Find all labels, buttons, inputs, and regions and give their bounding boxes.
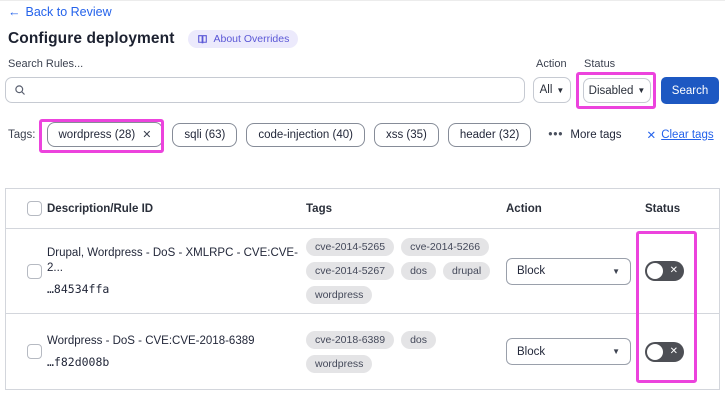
configure-deployment-page: ← Back to Review Configure deployment Ab…	[0, 0, 725, 406]
about-overrides-badge[interactable]: About Overrides	[188, 30, 299, 48]
search-button[interactable]: Search	[661, 77, 719, 104]
more-tags-label: More tags	[570, 128, 622, 141]
action-select[interactable]: Block ▼	[506, 257, 631, 285]
select-all-checkbox[interactable]	[27, 201, 42, 216]
status-dropdown[interactable]: Disabled ▼	[583, 78, 651, 103]
rule-tag: cve-2014-5267	[306, 262, 395, 280]
search-icon	[15, 85, 25, 95]
rule-description-cell: Wordpress - DoS - CVE:CVE-2018-6389 …f82…	[47, 334, 306, 369]
tags-filter-bar: Tags: wordpress (28) ✕ sqli (63) code-in…	[8, 122, 720, 147]
top-divider	[0, 0, 725, 1]
rule-description: Wordpress - DoS - CVE:CVE-2018-6389	[47, 334, 255, 347]
rule-tags-cell: cve-2018-6389 dos wordpress	[306, 330, 506, 373]
back-link-label: Back to Review	[25, 5, 112, 19]
tag-filter-sqli[interactable]: sqli (63)	[172, 122, 238, 147]
row-checkbox[interactable]	[27, 344, 42, 359]
page-title: Configure deployment	[8, 30, 175, 47]
action-dropdown[interactable]: All ▼	[533, 77, 571, 103]
column-header-status: Status	[645, 202, 681, 215]
rule-action-cell: Block ▼	[506, 338, 641, 365]
tag-filter-label: xss (35)	[385, 128, 427, 141]
chevron-down-icon: ▼	[556, 85, 565, 95]
chevron-down-icon: ▼	[612, 266, 620, 276]
clear-x-icon: ✕	[646, 129, 657, 142]
status-label: Status	[584, 58, 616, 70]
status-toggle-off[interactable]: ✕	[645, 341, 684, 362]
row-checkbox[interactable]	[27, 263, 42, 279]
table-header-row: Description/Rule ID Tags Action Status	[6, 189, 719, 229]
column-header-tags: Tags	[306, 202, 332, 215]
chevron-down-icon: ▼	[637, 86, 646, 95]
column-header-action: Action	[506, 202, 542, 215]
rule-tag: dos	[401, 262, 436, 280]
tag-filter-header[interactable]: header (32)	[447, 122, 532, 147]
tag-filter-label: code-injection (40)	[258, 128, 353, 141]
tag-filter-code-injection[interactable]: code-injection (40)	[246, 122, 365, 147]
search-rules-label: Search Rules...	[8, 58, 84, 70]
toggle-knob	[647, 343, 663, 360]
page-header: Configure deployment About Overrides	[8, 30, 299, 48]
tag-filter-xss[interactable]: xss (35)	[373, 122, 439, 147]
rules-table: Description/Rule ID Tags Action Status D…	[5, 188, 720, 390]
rule-tag: wordpress	[306, 354, 373, 373]
search-rules-input[interactable]	[32, 83, 516, 97]
action-select-value: Block	[517, 345, 546, 358]
back-arrow-icon: ←	[8, 5, 21, 19]
rule-status-cell: ✕	[641, 261, 719, 281]
rule-tag: cve-2014-5265	[306, 238, 395, 256]
tags-label: Tags:	[8, 128, 36, 141]
rule-tag: cve-2018-6389	[306, 330, 395, 349]
search-rules-box	[5, 77, 525, 103]
rule-tags-cell: cve-2014-5265 cve-2014-5266 cve-2014-526…	[306, 238, 506, 304]
more-tags-button[interactable]: ••• More tags	[548, 129, 621, 141]
action-select-value: Block	[517, 265, 546, 277]
tag-filter-label: header (32)	[459, 128, 520, 141]
rule-action-cell: Block ▼	[506, 257, 641, 285]
back-to-review-link[interactable]: ← Back to Review	[8, 5, 112, 19]
action-select[interactable]: Block ▼	[506, 338, 631, 365]
about-overrides-label: About Overrides	[213, 33, 290, 45]
clear-tags-button[interactable]: ✕ Clear tags	[647, 128, 714, 142]
table-row: Drupal, Wordpress - DoS - XMLRPC - CVE:C…	[6, 229, 719, 314]
action-label: Action	[536, 58, 567, 70]
rule-id: …84534ffa	[47, 281, 110, 296]
rule-tag: drupal	[443, 262, 491, 280]
tag-filter-label: wordpress (28)	[58, 128, 136, 141]
ellipsis-icon: •••	[548, 128, 564, 141]
column-header-description: Description/Rule ID	[47, 202, 154, 215]
status-dropdown-value: Disabled	[588, 84, 634, 97]
status-toggle-off[interactable]: ✕	[645, 261, 684, 281]
table-row: Wordpress - DoS - CVE:CVE-2018-6389 …f82…	[6, 314, 719, 389]
action-dropdown-value: All	[539, 84, 553, 96]
toggle-off-x-icon: ✕	[669, 264, 678, 276]
rule-tag: cve-2014-5266	[401, 238, 490, 256]
toggle-off-x-icon: ✕	[669, 345, 678, 357]
tag-filter-label: sqli (63)	[184, 128, 226, 141]
tag-filter-wordpress[interactable]: wordpress (28) ✕	[46, 122, 164, 147]
rule-tag: dos	[401, 330, 436, 349]
book-icon	[198, 34, 208, 43]
rule-tag: wordpress	[306, 286, 373, 304]
rule-description: Drupal, Wordpress - DoS - XMLRPC - CVE:C…	[47, 247, 298, 274]
rule-status-cell: ✕	[641, 341, 719, 362]
toggle-knob	[647, 263, 663, 279]
remove-tag-icon[interactable]: ✕	[142, 128, 151, 141]
clear-tags-label: Clear tags	[661, 128, 714, 141]
chevron-down-icon: ▼	[612, 347, 620, 356]
rule-description-cell: Drupal, Wordpress - DoS - XMLRPC - CVE:C…	[47, 246, 306, 296]
rule-id: …f82d008b	[47, 355, 110, 370]
